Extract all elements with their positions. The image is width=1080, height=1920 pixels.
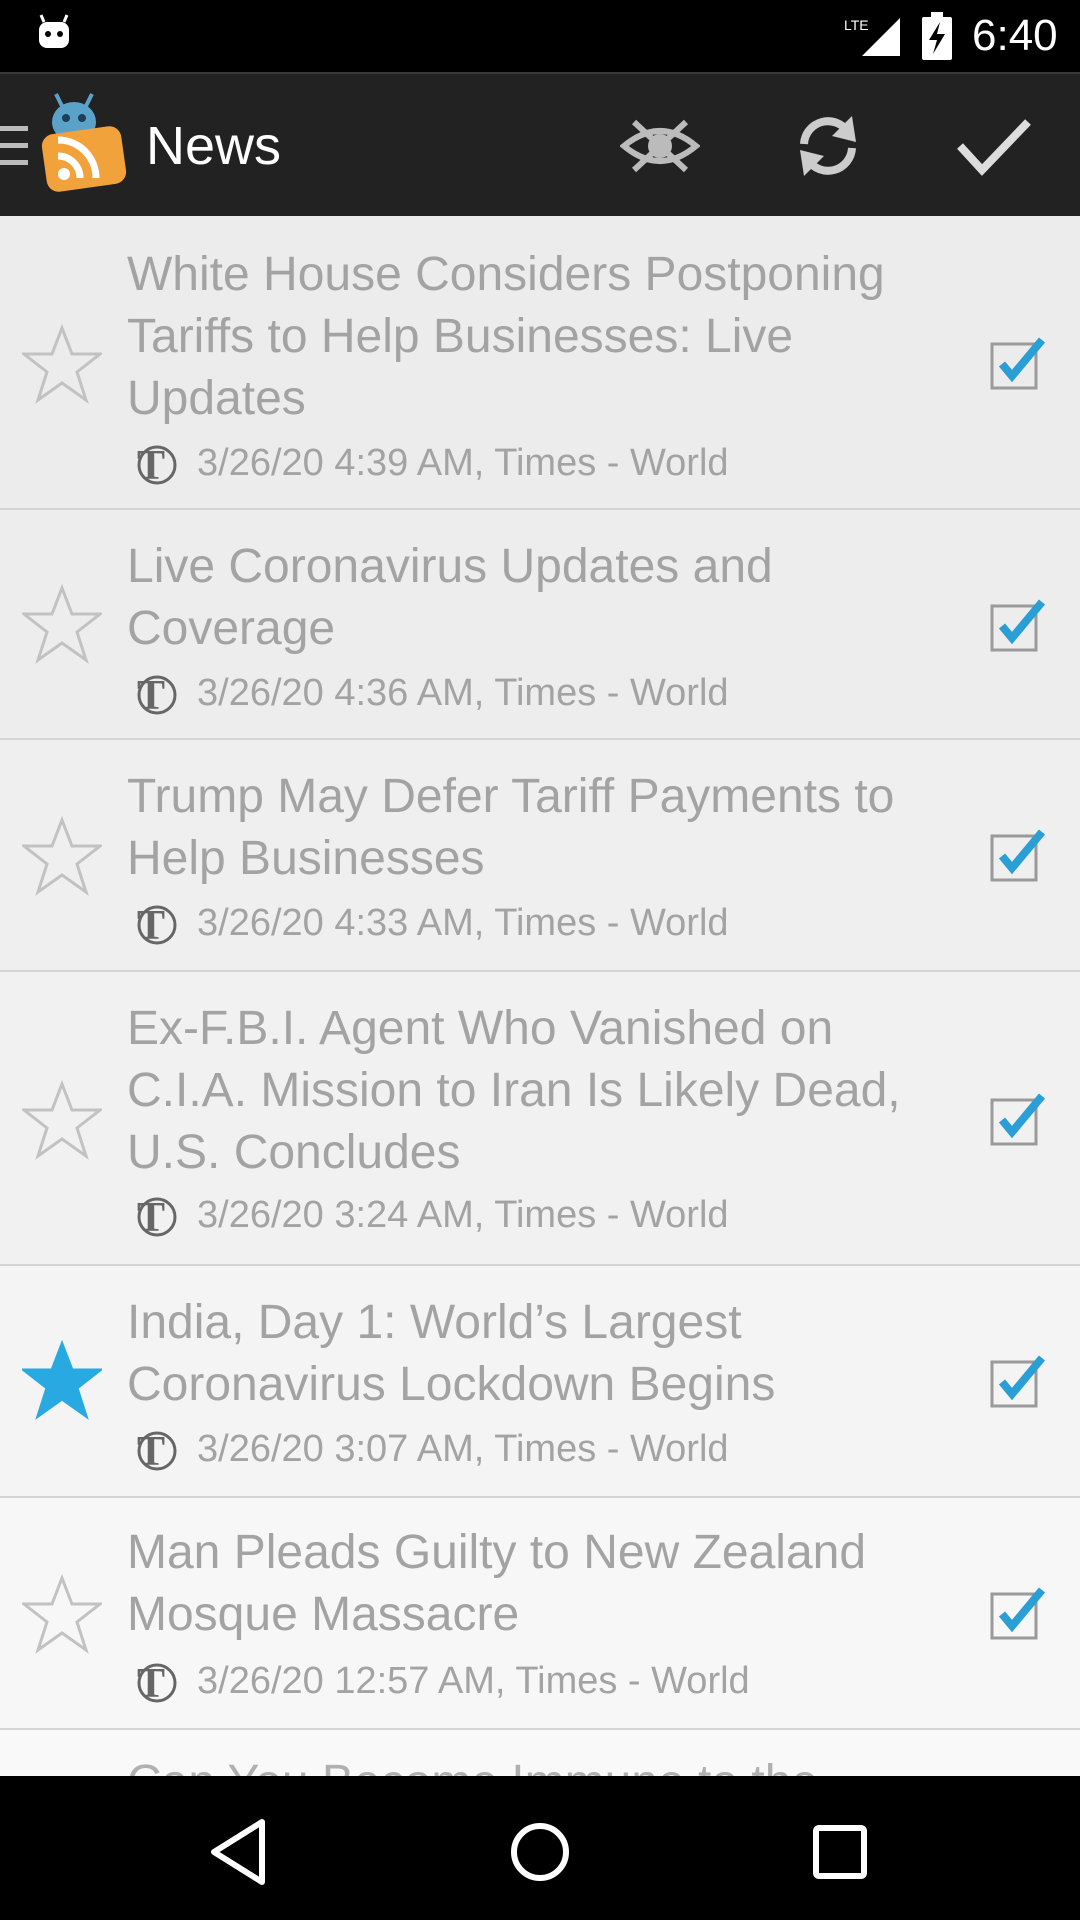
- app-logo-icon[interactable]: [40, 92, 130, 192]
- article-date-source: 3/26/20 4:36 AM, Times - World: [197, 672, 729, 714]
- nyt-logo-icon: T: [137, 903, 177, 947]
- article-date-source: 3/26/20 4:33 AM, Times - World: [197, 902, 729, 944]
- article-meta: T 3/26/20 3:24 AM, Times - World: [127, 1190, 729, 1240]
- nyt-logo-icon: T: [137, 443, 177, 487]
- article-meta: T 3/26/20 12:57 AM, Times - World: [127, 1656, 750, 1706]
- list-item[interactable]: Man Pleads Guilty to New Zealand Mosque …: [0, 1498, 1080, 1730]
- status-bar: LTE 6:40: [0, 0, 1080, 72]
- action-bar: News: [0, 72, 1080, 218]
- page-title: News: [146, 116, 282, 176]
- nyt-logo-icon: T: [137, 1195, 177, 1239]
- network-type: LTE: [844, 17, 869, 33]
- article-list[interactable]: White House Considers Postponing Tariffs…: [0, 216, 1080, 1776]
- article-meta: T 3/26/20 4:33 AM, Times - World: [127, 898, 729, 948]
- eye-crossed-icon: [620, 119, 700, 173]
- article-meta: T 3/26/20 3:07 AM, Times - World: [127, 1424, 729, 1474]
- clock: 6:40: [972, 11, 1058, 60]
- article-headline: Can You Become Immune to the: [127, 1752, 957, 1776]
- read-checkbox[interactable]: [990, 826, 1046, 882]
- article-meta: T 3/26/20 4:36 AM, Times - World: [127, 668, 729, 718]
- list-item[interactable]: Trump May Defer Tariff Payments to Help …: [0, 740, 1080, 972]
- list-item-partial[interactable]: Can You Become Immune to the: [0, 1730, 1080, 1776]
- list-item[interactable]: Live Coronavirus Updates and Coverage T …: [0, 510, 1080, 740]
- hide-read-button[interactable]: [618, 104, 702, 188]
- list-item[interactable]: India, Day 1: World’s Largest Coronaviru…: [0, 1266, 1080, 1498]
- star-outline-icon[interactable]: [22, 816, 102, 896]
- nyt-logo-icon: T: [137, 1429, 177, 1473]
- home-icon[interactable]: [500, 1812, 580, 1892]
- lte-signal-icon: LTE: [844, 17, 900, 56]
- read-checkbox[interactable]: [990, 1584, 1046, 1640]
- refresh-button[interactable]: [786, 104, 870, 188]
- refresh-icon: [800, 116, 856, 176]
- back-icon[interactable]: [200, 1812, 280, 1892]
- article-headline: Live Coronavirus Updates and Coverage: [127, 540, 773, 655]
- drawer-menu-icon[interactable]: [0, 122, 30, 170]
- read-checkbox[interactable]: [990, 596, 1046, 652]
- mark-all-read-button[interactable]: [952, 104, 1036, 188]
- article-date-source: 3/26/20 3:24 AM, Times - World: [197, 1194, 729, 1236]
- star-outline-icon[interactable]: [22, 324, 102, 404]
- article-date-source: 3/26/20 4:39 AM, Times - World: [197, 442, 729, 484]
- navigation-bar: [0, 1776, 1080, 1920]
- battery-charging-icon: [922, 12, 952, 60]
- star-outline-icon[interactable]: [22, 1080, 102, 1160]
- read-checkbox[interactable]: [990, 334, 1046, 390]
- read-checkbox[interactable]: [990, 1090, 1046, 1146]
- list-item[interactable]: White House Considers Postponing Tariffs…: [0, 216, 1080, 510]
- article-meta: T 3/26/20 4:39 AM, Times - World: [127, 438, 729, 488]
- nyt-logo-icon: T: [137, 1661, 177, 1705]
- android-notification-icon: [39, 14, 69, 48]
- article-headline: Trump May Defer Tariff Payments to Help …: [127, 770, 895, 885]
- nyt-logo-icon: T: [137, 673, 177, 717]
- article-date-source: 3/26/20 3:07 AM, Times - World: [197, 1428, 729, 1470]
- star-outline-icon[interactable]: [22, 1574, 102, 1654]
- article-headline: White House Considers Postponing Tariffs…: [127, 248, 885, 425]
- article-headline: Ex-F.B.I. Agent Who Vanished on C.I.A. M…: [127, 1002, 901, 1179]
- article-headline: India, Day 1: World’s Largest Coronaviru…: [127, 1296, 776, 1411]
- list-item[interactable]: Ex-F.B.I. Agent Who Vanished on C.I.A. M…: [0, 972, 1080, 1266]
- star-filled-icon[interactable]: [22, 1340, 102, 1420]
- checkmark-icon: [957, 119, 1031, 176]
- article-headline: Man Pleads Guilty to New Zealand Mosque …: [127, 1526, 867, 1641]
- star-outline-icon[interactable]: [22, 584, 102, 664]
- recents-icon[interactable]: [800, 1812, 880, 1892]
- read-checkbox[interactable]: [990, 1352, 1046, 1408]
- article-date-source: 3/26/20 12:57 AM, Times - World: [197, 1660, 750, 1702]
